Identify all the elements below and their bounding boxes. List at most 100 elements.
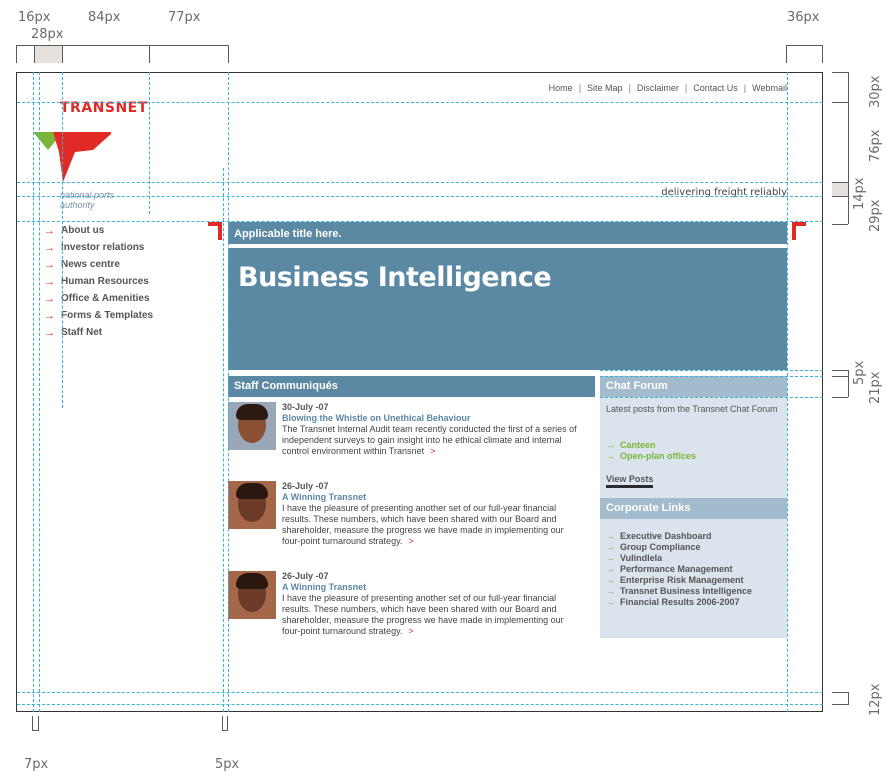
corp-link-vulindlela[interactable]: → Vulindlela <box>606 553 752 564</box>
dim-tick <box>227 716 228 730</box>
arrow-right-icon: → <box>606 564 615 574</box>
leftnav-label: Staff Net <box>61 327 103 338</box>
news-text: 30-July -07 Blowing the Whistle on Uneth… <box>282 402 582 457</box>
arrow-right-icon: → <box>606 597 615 607</box>
news-item: 26-July -07 A Winning Transnet I have th… <box>228 571 595 651</box>
nav-disclaimer-link[interactable]: Disclaimer <box>637 83 679 93</box>
photo-hair <box>236 573 268 589</box>
corporate-links-list: → Executive Dashboard → Group Compliance →… <box>606 531 752 608</box>
dim-tick <box>34 45 35 63</box>
chat-item-canteen[interactable]: → Canteen <box>606 440 696 451</box>
margin-shade-right <box>832 182 848 196</box>
guide-line <box>39 72 40 712</box>
chat-list: → Canteen → Open-plan offices <box>606 440 696 462</box>
dim-tick <box>16 45 17 63</box>
guide-line <box>17 692 823 693</box>
corp-link-risk[interactable]: → Enterprise Risk Management <box>606 575 752 586</box>
leftnav-item-investor[interactable]: → Investor relations <box>44 239 153 256</box>
news-body-text: I have the pleasure of presenting anothe… <box>282 503 564 546</box>
arrow-right-icon: → <box>44 275 55 288</box>
dim-tick <box>32 716 33 730</box>
logo-subtitle-line: national ports <box>60 190 115 200</box>
corp-link-financials[interactable]: → Financial Results 2006-2007 <box>606 597 752 608</box>
corp-link-label: Financial Results 2006-2007 <box>620 597 740 607</box>
corner-mark-left <box>218 222 222 240</box>
nav-webmail-link[interactable]: Webmail <box>752 83 787 93</box>
news-headline-link[interactable]: Blowing the Whistle on Unethical Behavio… <box>282 413 582 424</box>
view-posts-link[interactable]: View Posts <box>606 474 654 488</box>
chat-item-open-plan[interactable]: → Open-plan offices <box>606 451 696 462</box>
arrow-right-icon: → <box>44 309 55 322</box>
corp-link-label: Transnet Business Intelligence <box>620 586 753 596</box>
read-more-link[interactable]: > <box>408 536 413 546</box>
chat-forum-heading: Chat Forum <box>600 376 787 397</box>
dim-label: 84px <box>88 10 121 25</box>
arrow-right-icon: → <box>44 241 55 254</box>
corporate-links-heading: Corporate Links <box>600 498 787 519</box>
leftnav-item-about[interactable]: → About us <box>44 222 153 239</box>
arrow-right-icon: → <box>606 531 615 541</box>
dim-tick <box>832 376 848 377</box>
nav-separator: | <box>743 83 747 93</box>
dim-label: 21px <box>868 371 883 405</box>
guide-line <box>600 370 823 371</box>
logo-mark-icon <box>33 132 111 182</box>
news-body: The Transnet Internal Audit team recentl… <box>282 424 582 457</box>
guide-line <box>149 72 150 214</box>
dim-tick <box>62 45 63 63</box>
nav-sitemap-link[interactable]: Site Map <box>587 83 623 93</box>
corp-link-label: Performance Management <box>620 564 733 574</box>
corp-link-bi[interactable]: → Transnet Business Intelligence <box>606 586 752 597</box>
staff-communiques-heading: Staff Communiqués <box>228 376 595 397</box>
leftnav-label: News centre <box>61 259 120 270</box>
news-headline-link[interactable]: A Winning Transnet <box>282 582 582 593</box>
logo-subtitle-line: authority <box>60 200 95 210</box>
leftnav-item-office[interactable]: → Office & Amenities <box>44 290 153 307</box>
dim-line <box>848 692 849 705</box>
page-title: Business Intelligence <box>238 262 552 293</box>
dim-tick <box>832 72 848 73</box>
corp-link-performance[interactable]: → Performance Management <box>606 564 752 575</box>
news-headline-link[interactable]: A Winning Transnet <box>282 492 582 503</box>
leftnav-item-staffnet[interactable]: → Staff Net <box>44 324 153 341</box>
news-photo <box>228 481 276 529</box>
dim-tick <box>786 45 787 63</box>
dim-tick <box>38 716 39 730</box>
corp-link-compliance[interactable]: → Group Compliance <box>606 542 752 553</box>
leftnav-item-forms[interactable]: → Forms & Templates <box>44 307 153 324</box>
news-item: 30-July -07 Blowing the Whistle on Uneth… <box>228 402 595 464</box>
read-more-link[interactable]: > <box>408 626 413 636</box>
corp-link-dashboard[interactable]: → Executive Dashboard <box>606 531 752 542</box>
dim-label: 5px <box>852 360 867 385</box>
arrow-right-icon: → <box>44 258 55 271</box>
nav-separator: | <box>578 83 582 93</box>
dim-label: 12px <box>868 683 883 717</box>
news-body-text: I have the pleasure of presenting anothe… <box>282 593 564 636</box>
arrow-right-icon: → <box>606 542 615 552</box>
corp-link-label: Group Compliance <box>620 542 701 552</box>
news-text: 26-July -07 A Winning Transnet I have th… <box>282 481 582 547</box>
read-more-link[interactable]: > <box>430 446 435 456</box>
nav-separator: | <box>628 83 631 93</box>
dim-label: 29px <box>868 199 883 233</box>
guide-line <box>228 72 229 712</box>
corp-link-label: Executive Dashboard <box>620 531 712 541</box>
nav-contact-link[interactable]: Contact Us <box>693 83 738 93</box>
dim-tick <box>832 182 848 183</box>
guide-line <box>600 397 823 398</box>
dim-tick <box>222 716 223 730</box>
corp-link-label: Vulindlela <box>620 553 663 563</box>
dim-line <box>786 45 823 46</box>
guide-line <box>17 221 823 222</box>
guide-line <box>223 168 224 712</box>
dim-label: 77px <box>168 10 201 25</box>
logo-subtitle: national ports authority <box>60 190 114 210</box>
chat-item-label: Canteen <box>620 440 656 450</box>
leftnav-item-news[interactable]: → News centre <box>44 256 153 273</box>
corp-link-label: Enterprise Risk Management <box>620 575 744 585</box>
guide-line <box>33 72 34 712</box>
arrow-right-icon: → <box>606 586 615 596</box>
nav-home-link[interactable]: Home <box>549 83 573 93</box>
leftnav-item-hr[interactable]: → Human Resources <box>44 273 153 290</box>
leftnav-label: About us <box>61 225 105 236</box>
